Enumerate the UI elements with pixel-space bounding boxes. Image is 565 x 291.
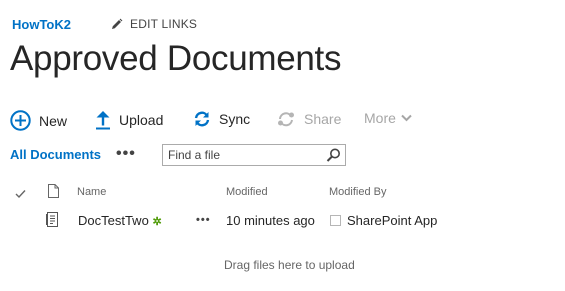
more-label: More <box>364 110 396 126</box>
file-name: DocTestTwo <box>78 213 149 228</box>
search-box <box>162 144 346 166</box>
upload-arrow-icon <box>96 111 110 130</box>
sync-label: Sync <box>219 111 251 127</box>
share-label: Share <box>304 111 342 127</box>
chevron-down-icon <box>401 114 412 122</box>
search-button[interactable] <box>325 146 343 164</box>
item-ellipsis-button[interactable]: ••• <box>196 214 211 226</box>
share-icon <box>278 112 294 127</box>
view-all-documents[interactable]: All Documents <box>10 147 101 162</box>
document-icon <box>48 184 59 198</box>
pencil-icon <box>112 18 123 29</box>
search-input[interactable] <box>168 147 318 163</box>
add-circle-icon <box>10 110 31 131</box>
site-title-link[interactable]: HowToK2 <box>12 17 71 32</box>
file-name-link[interactable]: DocTestTwo ✲ <box>78 213 162 228</box>
column-header-modified-by[interactable]: Modified By <box>329 186 386 198</box>
column-header-modified[interactable]: Modified <box>226 186 268 198</box>
more-commands-button[interactable]: More <box>364 110 420 126</box>
modified-value: 10 minutes ago <box>226 213 315 228</box>
word-document-icon <box>46 212 59 232</box>
edit-links-button[interactable]: EDIT LINKS <box>110 17 197 31</box>
edit-links-label: EDIT LINKS <box>130 17 198 31</box>
new-item-icon: ✲ <box>152 216 162 228</box>
upload-label: Upload <box>119 112 164 128</box>
select-all-checkbox[interactable] <box>15 186 26 204</box>
column-header-name[interactable]: Name <box>77 186 106 198</box>
checkmark-icon <box>15 190 26 199</box>
modified-by-value[interactable]: SharePoint App <box>347 213 437 228</box>
file-type-header[interactable] <box>48 184 59 203</box>
modified-by-cell: SharePoint App <box>330 213 437 228</box>
new-document-button[interactable]: New <box>10 110 67 131</box>
new-label: New <box>39 112 68 129</box>
more-views-button[interactable]: ••• <box>116 145 136 163</box>
upload-button[interactable]: Upload <box>95 110 163 130</box>
sync-icon <box>194 111 210 127</box>
search-icon <box>326 148 340 162</box>
share-button[interactable]: Share <box>276 110 341 128</box>
presence-indicator <box>330 215 341 227</box>
page-title: Approved Documents <box>10 39 342 78</box>
drag-drop-hint: Drag files here to upload <box>224 258 355 272</box>
sync-button[interactable]: Sync <box>193 110 250 128</box>
